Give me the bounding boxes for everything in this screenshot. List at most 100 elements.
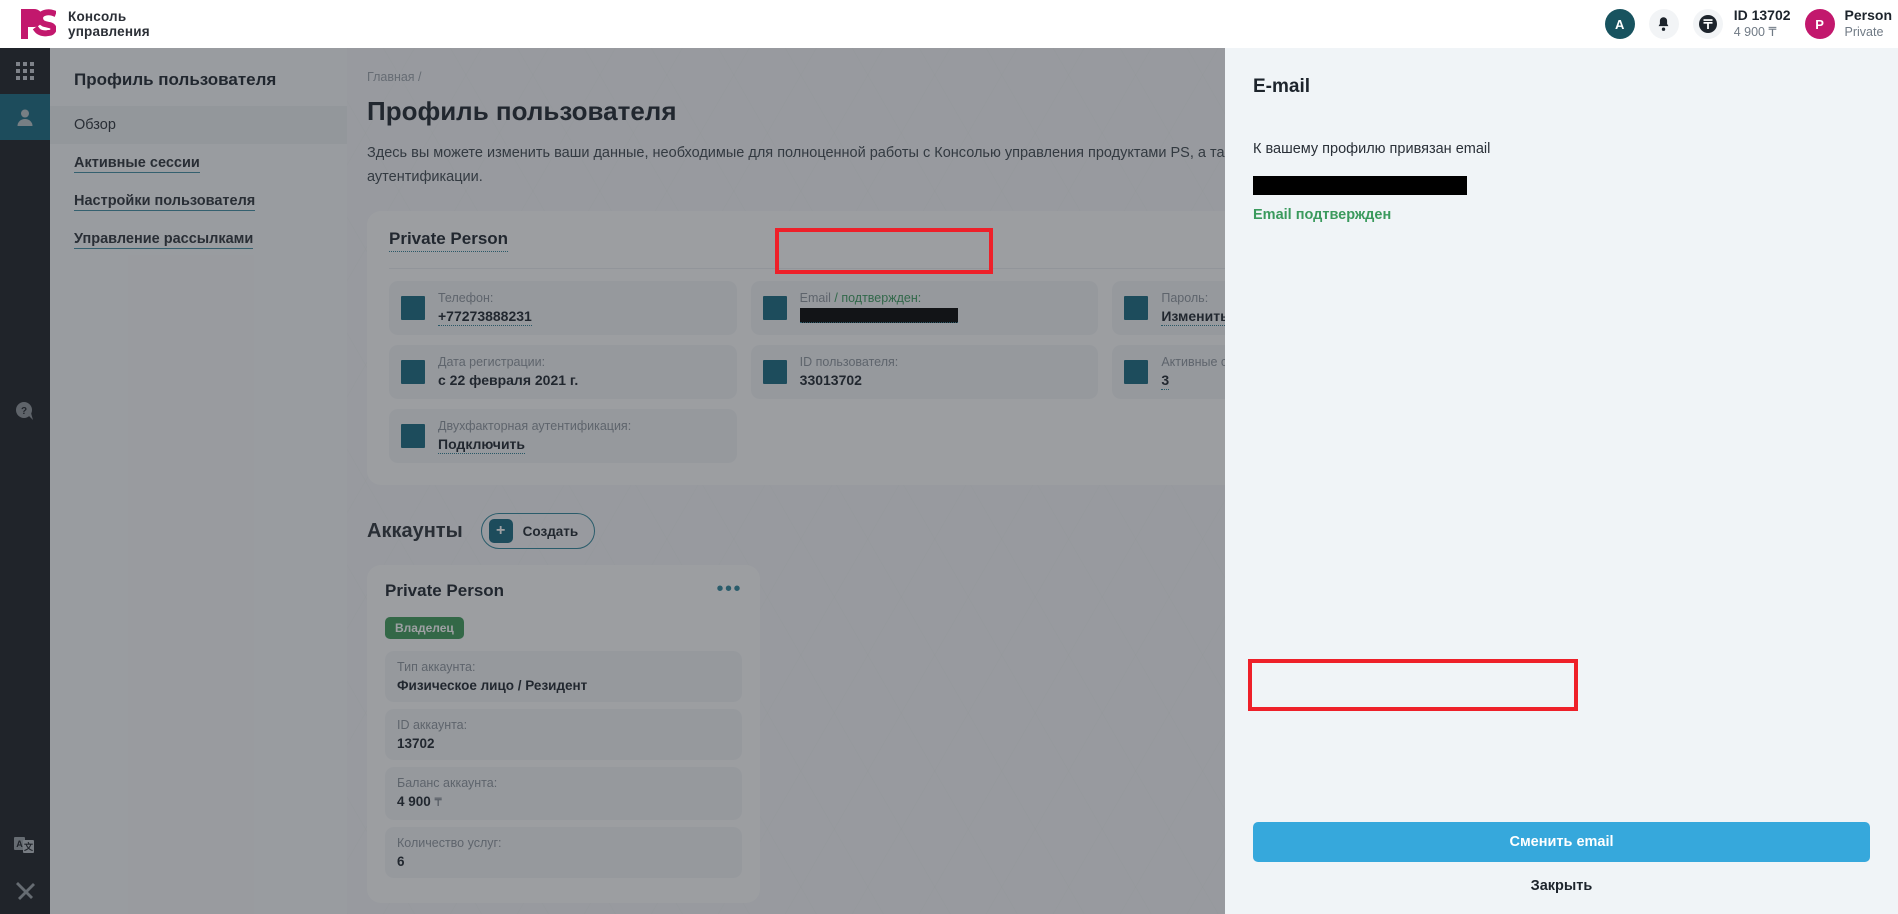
ellipsis-icon[interactable]: ••• — [716, 579, 742, 599]
email-icon — [762, 296, 787, 320]
account-field-id: ID аккаунта: 13702 — [385, 709, 742, 760]
field-value: 3 — [1161, 372, 1170, 390]
field-label: Количество услуг: — [397, 836, 502, 850]
person-avatar-letter: P — [1815, 16, 1824, 32]
notifications-button[interactable] — [1648, 9, 1679, 39]
change-email-button[interactable]: Сменить email — [1253, 822, 1870, 862]
account-card: Private Person ••• Владелец Тип аккаунта… — [367, 565, 760, 903]
field-value: 33013702 — [799, 372, 862, 388]
close-button[interactable]: Закрыть — [1253, 866, 1870, 906]
profile-field-email[interactable]: Email / подтвержден: — [750, 281, 1099, 335]
calendar-icon — [401, 360, 425, 384]
field-label: Email / подтвержден: — [799, 291, 922, 305]
create-account-button[interactable]: + Создать — [480, 513, 596, 549]
id-icon — [762, 360, 787, 384]
sidebar-item-active-sessions[interactable]: Активные сессии — [50, 144, 347, 182]
account-id: ID 13702 — [1733, 7, 1791, 24]
svg-text:文: 文 — [23, 841, 34, 852]
modal-body: К вашему профилю привязан email Email по… — [1225, 98, 1898, 822]
modal-description: К вашему профилю привязан email — [1253, 141, 1491, 157]
tenge-icon — [1698, 15, 1717, 33]
sidebar-item-user-settings[interactable]: Настройки пользователя — [50, 182, 347, 220]
balance-icon-button[interactable] — [1692, 9, 1723, 39]
field-value: Физическое лицо / Резидент — [397, 678, 588, 693]
field-value: +77273888231 — [438, 308, 532, 326]
sidebar-item-overview[interactable]: Обзор — [50, 106, 347, 144]
top-bar-right: A ID 13702 4 900 ₸ P Person Private — [1591, 0, 1898, 48]
ps-logo-icon — [18, 7, 56, 41]
sidebar-item-label: Настройки пользователя — [74, 193, 256, 211]
field-value: с 22 февраля 2021 г. — [438, 372, 579, 388]
create-account-label: Создать — [522, 523, 579, 539]
help-bubble-icon: ? — [16, 402, 33, 420]
password-icon — [1124, 296, 1149, 320]
logo-text-line1: Консоль — [68, 8, 127, 24]
field-label: Дата регистрации: — [438, 355, 546, 369]
field-label: Тип аккаунта: — [397, 660, 476, 674]
person-avatar[interactable]: P — [1804, 9, 1835, 39]
modal-title: E-mail — [1253, 76, 1311, 97]
field-value: Подключить — [438, 436, 526, 454]
svg-text:A: A — [16, 839, 23, 849]
tools-button[interactable] — [0, 868, 50, 914]
rail-item-profile[interactable] — [0, 94, 50, 140]
phone-icon — [401, 296, 425, 320]
logo[interactable]: Консоль управления — [0, 7, 150, 41]
email-modal: E-mail К вашему профилю привязан email E… — [1225, 48, 1898, 914]
bell-icon — [1658, 17, 1669, 31]
account-field-services-count: Количество услуг: 6 — [385, 827, 742, 878]
user-icon — [17, 109, 33, 126]
person-info[interactable]: Person Private — [1845, 7, 1898, 40]
sidebar-item-label: Управление рассылками — [74, 231, 254, 249]
field-value: 4 900 — [397, 794, 435, 809]
language-button[interactable]: A 文 — [0, 822, 50, 868]
sidebar-item-mailings[interactable]: Управление рассылками — [50, 220, 347, 258]
sidebar-item-label: Обзор — [74, 117, 116, 133]
apps-menu-button[interactable] — [0, 48, 50, 94]
field-label: Пароль: — [1161, 291, 1209, 305]
account-card-title: Private Person — [385, 581, 505, 600]
profile-field-user-id: ID пользователя: 33013702 — [750, 345, 1099, 399]
person-type: Private — [1844, 24, 1884, 39]
app-root: Консоль управления A ID 13702 4 900 ₸ P … — [0, 0, 1898, 914]
logo-text: Консоль управления — [68, 9, 150, 40]
sidebar-panel: Профиль пользователя Обзор Активные сесс… — [50, 48, 347, 914]
field-label: Двухфакторная аутентификация: — [438, 419, 632, 433]
field-label: ID аккаунта: — [397, 718, 468, 732]
profile-field-phone[interactable]: Телефон: +77273888231 — [389, 281, 737, 335]
field-value: 13702 — [397, 736, 435, 751]
email-value-redacted — [799, 308, 958, 323]
modal-footer: Сменить email Закрыть — [1225, 822, 1898, 914]
profile-card-title: Private Person — [389, 229, 509, 252]
sidebar-item-label: Активные сессии — [74, 155, 200, 173]
currency-unit: ₸ — [434, 797, 442, 809]
field-label: Баланс аккаунта: — [397, 776, 498, 790]
person-name: Person — [1844, 7, 1892, 24]
email-status: Email подтвержден — [1253, 207, 1392, 223]
field-label: Телефон: — [438, 291, 494, 305]
modal-email-redacted — [1253, 176, 1467, 195]
plus-icon: + — [488, 519, 513, 543]
profile-field-registration-date: Дата регистрации: с 22 февраля 2021 г. — [389, 345, 737, 399]
apps-grid-icon — [16, 62, 34, 80]
svg-text:?: ? — [21, 406, 27, 417]
field-value: 6 — [397, 854, 405, 869]
status-badge: Владелец — [385, 617, 464, 639]
field-value: Изменить — [1161, 308, 1229, 326]
balance-info[interactable]: ID 13702 4 900 ₸ — [1734, 7, 1791, 40]
translate-icon: A 文 — [14, 837, 34, 853]
tools-icon — [16, 882, 35, 900]
account-avatar[interactable]: A — [1604, 9, 1635, 39]
icon-rail: ? A 文 — [0, 48, 50, 914]
rail-bottom-group: A 文 — [0, 822, 50, 914]
sidebar-title: Профиль пользователя — [74, 70, 277, 89]
account-field-type: Тип аккаунта: Физическое лицо / Резидент — [385, 651, 742, 702]
email-confirmed-label: / подтвержден: — [830, 291, 922, 305]
accounts-title: Аккаунты — [367, 519, 463, 542]
help-button[interactable]: ? — [0, 388, 50, 434]
profile-field-2fa[interactable]: Двухфакторная аутентификация: Подключить — [389, 409, 737, 463]
sessions-icon — [1124, 360, 1149, 384]
field-label: ID пользователя: — [799, 355, 899, 369]
top-bar: Консоль управления A ID 13702 4 900 ₸ P … — [0, 0, 1898, 48]
account-field-balance: Баланс аккаунта: 4 900 ₸ — [385, 767, 742, 820]
